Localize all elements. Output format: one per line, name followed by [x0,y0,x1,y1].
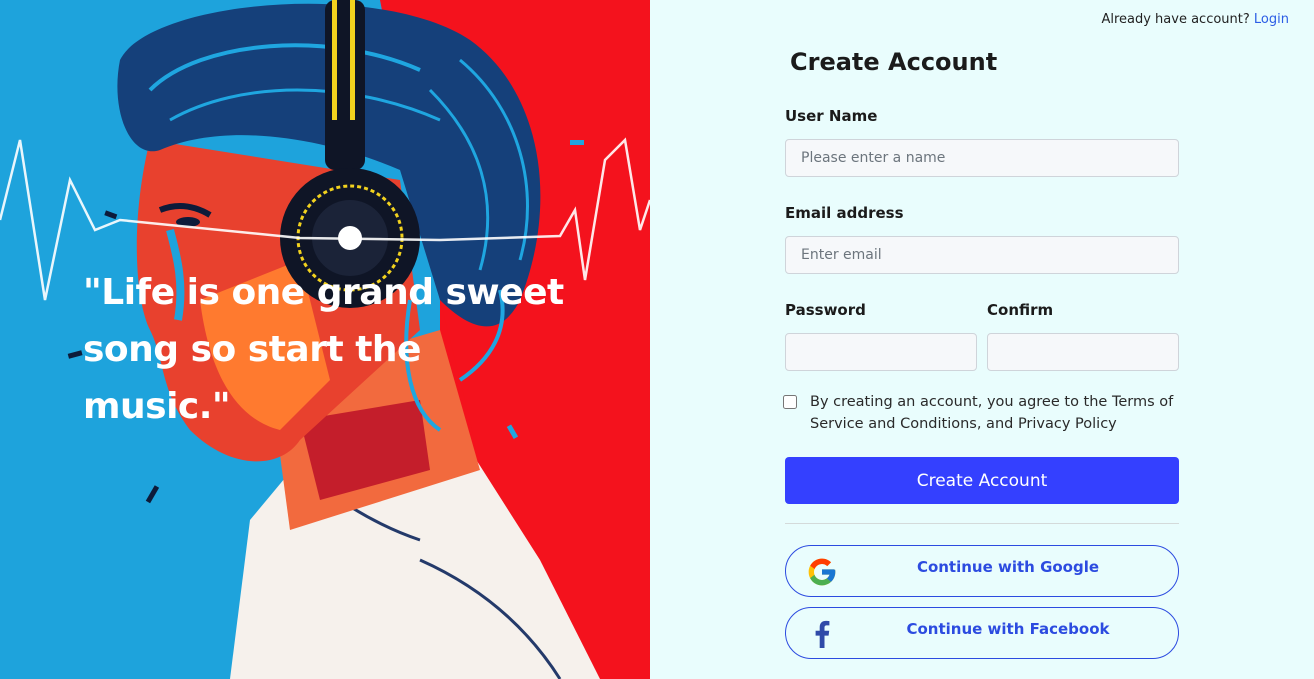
terms-text: By creating an account, you agree to the… [810,394,1174,432]
create-account-button[interactable]: Create Account [785,457,1179,504]
signup-page: "Life is one grand sweet song so start t… [0,0,1314,679]
confirm-password-input[interactable] [987,333,1179,371]
google-signin-button[interactable]: Continue with Google [785,545,1179,597]
login-link[interactable]: Login [1254,12,1289,27]
facebook-signin-button[interactable]: Continue with Facebook [785,607,1179,659]
hero-quote: "Life is one grand sweet song so start t… [83,272,564,427]
google-icon [808,558,836,586]
google-button-label: Continue with Google [916,558,1100,576]
login-prompt: Already have account? Login [1101,12,1289,27]
divider [785,523,1179,524]
email-input[interactable] [785,236,1179,274]
facebook-button-label: Continue with Facebook [906,620,1110,638]
login-prompt-text: Already have account? [1101,12,1250,27]
password-input[interactable] [785,333,977,371]
hero-illustration: "Life is one grand sweet song so start t… [0,0,650,679]
password-label: Password [785,301,866,319]
confirm-label: Confirm [987,301,1054,319]
form-title: Create Account [790,48,998,76]
username-label: User Name [785,107,878,125]
username-input[interactable] [785,139,1179,177]
email-label: Email address [785,204,904,222]
terms-checkbox[interactable] [783,395,797,409]
facebook-icon [815,620,830,648]
